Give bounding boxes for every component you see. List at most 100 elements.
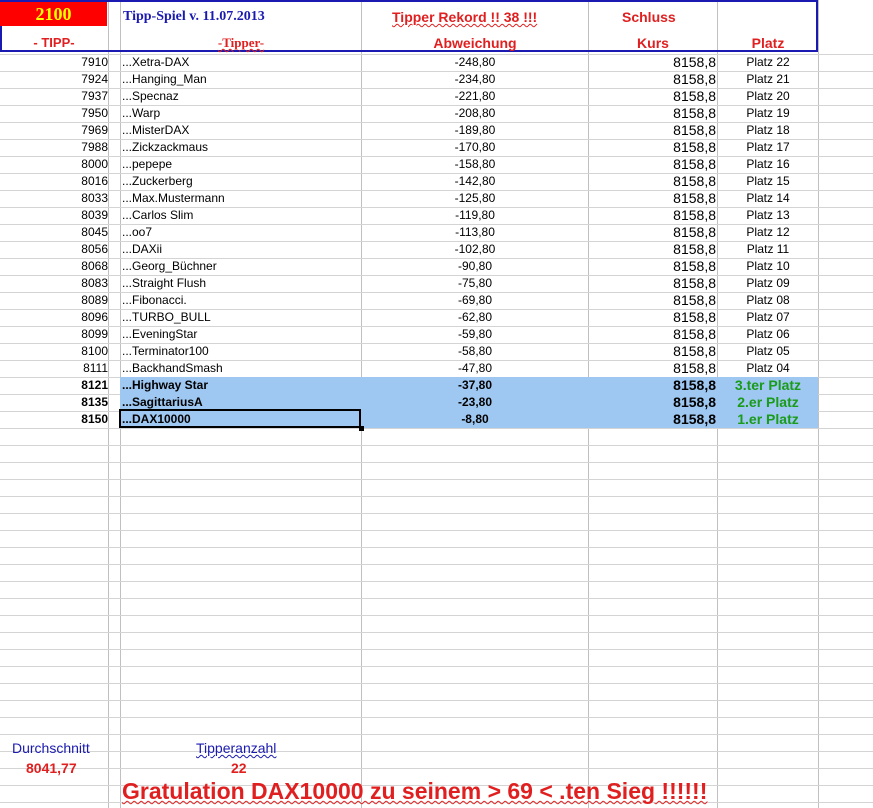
tipp-cell[interactable]: 8099 [0,326,108,343]
kurs-cell[interactable]: 8158,8 [590,190,716,207]
platz-cell[interactable]: Platz 12 [718,224,818,241]
tipper-cell[interactable]: ...Hanging_Man [122,71,360,88]
platz-cell[interactable]: Platz 14 [718,190,818,207]
gratulation-banner[interactable]: Gratulation DAX10000 zu seinem > 69 < .t… [122,778,707,805]
table-row[interactable]: 8121 ...Highway Star -37,80 8158,8 3.ter Pla… [0,377,873,394]
tipper-cell[interactable]: ...Fibonacci. [122,292,360,309]
tipper-cell[interactable]: ...Straight Flush [122,275,360,292]
tipp-cell[interactable]: 7969 [0,122,108,139]
tipper-cell[interactable]: ...MisterDAX [122,122,360,139]
durchschnitt-label[interactable]: Durchschnitt [12,740,90,756]
platz-cell[interactable]: Platz 04 [718,360,818,377]
abweichung-cell[interactable]: -59,80 [362,326,588,343]
table-row[interactable]: 8056 ...DAXii -102,80 8158,8 Platz 11 [0,241,873,258]
abweichung-cell[interactable]: -158,80 [362,156,588,173]
tipper-cell[interactable]: ...Zickzackmaus [122,139,360,156]
tipp-cell[interactable]: 7950 [0,105,108,122]
abweichung-cell[interactable]: -23,80 [362,394,588,411]
kurs-cell[interactable]: 8158,8 [590,258,716,275]
tipp-cell[interactable]: 8121 [0,377,108,394]
tipper-cell[interactable]: ...DAXii [122,241,360,258]
platz-cell[interactable]: Platz 16 [718,156,818,173]
tipper-cell[interactable]: ...EveningStar [122,326,360,343]
kurs-cell[interactable]: 8158,8 [590,173,716,190]
abweichung-cell[interactable]: -125,80 [362,190,588,207]
kurs-cell[interactable]: 8158,8 [590,139,716,156]
tipper-cell[interactable]: ...Carlos Slim [122,207,360,224]
platz-cell[interactable]: Platz 18 [718,122,818,139]
kurs-cell[interactable]: 8158,8 [590,224,716,241]
table-row[interactable]: 7950 ...Warp -208,80 8158,8 Platz 19 [0,105,873,122]
table-row[interactable]: 8045 ...oo7 -113,80 8158,8 Platz 12 [0,224,873,241]
table-row[interactable]: 8039 ...Carlos Slim -119,80 8158,8 Platz 13 [0,207,873,224]
active-cell-selection[interactable] [119,409,361,428]
kurs-cell[interactable]: 8158,8 [590,241,716,258]
table-row[interactable]: 8096 ...TURBO_BULL -62,80 8158,8 Platz 07 [0,309,873,326]
abweichung-cell[interactable]: -142,80 [362,173,588,190]
table-row[interactable]: 7969 ...MisterDAX -189,80 8158,8 Platz 18 [0,122,873,139]
fill-handle[interactable] [359,426,364,431]
platz-cell[interactable]: Platz 13 [718,207,818,224]
table-row[interactable]: 8083 ...Straight Flush -75,80 8158,8 Platz 0… [0,275,873,292]
platz-cell[interactable]: Platz 07 [718,309,818,326]
abweichung-cell[interactable]: -234,80 [362,71,588,88]
tipper-cell[interactable]: ...Warp [122,105,360,122]
abweichung-cell[interactable]: -8,80 [362,411,588,428]
tipp-cell[interactable]: 8135 [0,394,108,411]
tipper-cell[interactable]: ...BackhandSmash [122,360,360,377]
abweichung-cell[interactable]: -189,80 [362,122,588,139]
kurs-cell[interactable]: 8158,8 [590,122,716,139]
table-row[interactable]: 8068 ...Georg_Büchner -90,80 8158,8 Platz 10 [0,258,873,275]
durchschnitt-value[interactable]: 8041,77 [26,760,77,776]
kurs-cell[interactable]: 8158,8 [590,54,716,71]
abweichung-cell[interactable]: -69,80 [362,292,588,309]
tipp-cell[interactable]: 8150 [0,411,108,428]
kurs-cell[interactable]: 8158,8 [590,343,716,360]
tipp-cell[interactable]: 7937 [0,88,108,105]
tipp-cell[interactable]: 8100 [0,343,108,360]
abweichung-cell[interactable]: -248,80 [362,54,588,71]
tipp-cell[interactable]: 8068 [0,258,108,275]
kurs-cell[interactable]: 8158,8 [590,377,716,394]
col-header-tipp[interactable]: - TIPP- [0,35,108,50]
platz-cell[interactable]: Platz 11 [718,241,818,258]
tipp-cell[interactable]: 8000 [0,156,108,173]
tipper-cell[interactable]: ...Max.Mustermann [122,190,360,207]
table-row[interactable]: 8033 ...Max.Mustermann -125,80 8158,8 Platz … [0,190,873,207]
table-row[interactable]: 8111 ...BackhandSmash -47,80 8158,8 Platz 04 [0,360,873,377]
tipper-cell[interactable]: ...Terminator100 [122,343,360,360]
abweichung-cell[interactable]: -113,80 [362,224,588,241]
table-row[interactable]: 7937 ...Specnaz -221,80 8158,8 Platz 20 [0,88,873,105]
game-title[interactable]: Tipp-Spiel v. 11.07.2013 [123,9,265,25]
col-header-tipper[interactable]: -Tipper- [122,35,360,51]
abweichung-cell[interactable]: -208,80 [362,105,588,122]
tipp-cell[interactable]: 8039 [0,207,108,224]
table-row[interactable]: 8000 ...pepepe -158,80 8158,8 Platz 16 [0,156,873,173]
platz-cell[interactable]: Platz 17 [718,139,818,156]
kurs-cell[interactable]: 8158,8 [590,411,716,428]
kurs-cell[interactable]: 8158,8 [590,156,716,173]
platz-cell[interactable]: Platz 15 [718,173,818,190]
tipper-rekord[interactable]: Tipper Rekord !! 38 !!! [392,9,537,25]
kurs-cell[interactable]: 8158,8 [590,275,716,292]
kurs-cell[interactable]: 8158,8 [590,394,716,411]
points-cell[interactable]: 2100 [0,2,107,26]
tipp-cell[interactable]: 8045 [0,224,108,241]
kurs-cell[interactable]: 8158,8 [590,71,716,88]
abweichung-cell[interactable]: -90,80 [362,258,588,275]
tipper-cell[interactable]: ...oo7 [122,224,360,241]
kurs-cell[interactable]: 8158,8 [590,292,716,309]
platz-cell[interactable]: 1.er Platz [718,411,818,428]
col-header-platz[interactable]: Platz [718,35,818,51]
platz-cell[interactable]: 3.ter Platz [718,377,818,394]
platz-cell[interactable]: Platz 19 [718,105,818,122]
tipp-cell[interactable]: 8089 [0,292,108,309]
abweichung-cell[interactable]: -170,80 [362,139,588,156]
tipp-cell[interactable]: 7988 [0,139,108,156]
abweichung-cell[interactable]: -75,80 [362,275,588,292]
tipper-cell[interactable]: ...TURBO_BULL [122,309,360,326]
tipperanzahl-value[interactable]: 22 [231,760,247,776]
table-row[interactable]: 8089 ...Fibonacci. -69,80 8158,8 Platz 08 [0,292,873,309]
tipper-cell[interactable]: ...Xetra-DAX [122,54,360,71]
kurs-cell[interactable]: 8158,8 [590,207,716,224]
